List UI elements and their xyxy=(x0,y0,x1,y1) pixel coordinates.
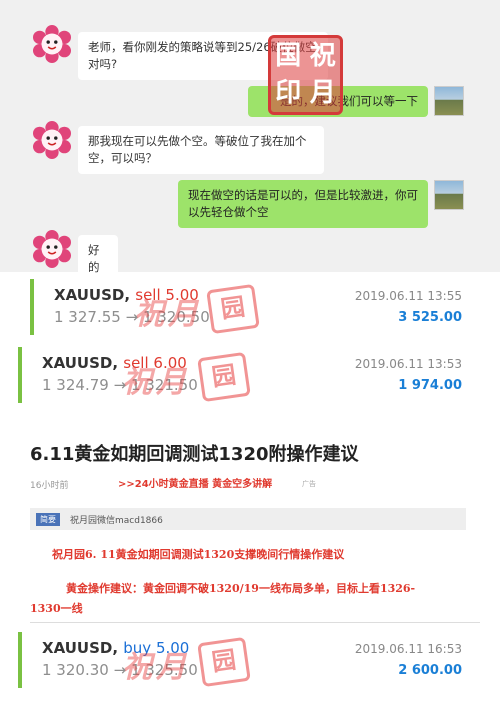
trade-datetime: 2019.06.11 13:55 xyxy=(354,289,462,303)
chat-message-incoming: 好的 xyxy=(78,235,118,283)
flower-avatar-icon[interactable] xyxy=(33,230,71,268)
article-subtitle: 祝月园6. 11黄金如期回调测试1320支撑晚间行情操作建议 xyxy=(52,548,345,561)
live-stream-link[interactable]: >>24小时黄金直播 黄金空多讲解 xyxy=(118,475,272,490)
price-open: 1 324.79 xyxy=(42,376,109,394)
summary-badge: 简要 xyxy=(36,513,60,526)
chat-message-incoming: 那我现在可以先做个空。等破位了我在加个空，可以吗？ xyxy=(78,126,324,174)
user-avatar[interactable] xyxy=(434,86,464,116)
flower-avatar-icon[interactable] xyxy=(33,25,71,63)
trade-symbol: XAUUSD, xyxy=(42,639,119,657)
trade-profit: 3 525.00 xyxy=(398,310,462,325)
chat-panel: 老师，看你刚发的策略说等到25/26破位做空对吗? 是的，建议我们可以等一下 那… xyxy=(0,0,500,283)
watermark-stamp: 园 xyxy=(197,351,251,403)
advice-text-cont: 1330一线 xyxy=(30,602,83,615)
flower-avatar-icon[interactable] xyxy=(33,121,71,159)
seal-char: 月 xyxy=(309,78,336,108)
seal-char: 祝 xyxy=(309,41,336,71)
trade-record[interactable]: XAUUSD, sell 5.00 1 327.55 → 1 320.50 20… xyxy=(30,279,480,335)
ad-tag: 广告 xyxy=(302,480,316,488)
watermark-text: 祝月 xyxy=(122,650,190,685)
seal-char: 国 xyxy=(275,41,302,71)
price-open: 1 327.55 xyxy=(54,308,121,326)
seal-stamp: 国 祝 印 月 xyxy=(268,35,343,115)
trade-datetime: 2019.06.11 16:53 xyxy=(354,642,462,656)
watermark-text: 祝月 xyxy=(134,297,202,332)
trade-symbol: XAUUSD, xyxy=(42,354,119,372)
summary-text: 祝月园微信macd1866 xyxy=(70,516,163,526)
trade-record[interactable]: XAUUSD, buy 5.00 1 320.30 → 1 325.50 201… xyxy=(18,632,480,688)
trade-record[interactable]: XAUUSD, sell 6.00 1 324.79 → 1 321.50 20… xyxy=(18,347,480,403)
trade-profit: 2 600.00 xyxy=(398,663,462,678)
price-open: 1 320.30 xyxy=(42,661,109,679)
seal-char: 印 xyxy=(275,78,302,108)
watermark-stamp: 园 xyxy=(206,283,260,335)
watermark-stamp: 园 xyxy=(197,636,251,688)
divider xyxy=(30,622,480,623)
advice-text: 黄金操作建议：黄金回调不破1320/19一线布局多单，目标上看1326- xyxy=(66,582,416,595)
article-headline[interactable]: 6.11黄金如期回调测试1320附操作建议 xyxy=(30,440,359,466)
trade-symbol: XAUUSD, xyxy=(54,286,131,304)
summary-bar: 简要 祝月园微信macd1866 xyxy=(30,508,466,530)
trade-profit: 1 974.00 xyxy=(398,378,462,393)
trade-datetime: 2019.06.11 13:53 xyxy=(354,357,462,371)
watermark-text: 祝月 xyxy=(122,365,190,400)
article-time: 16小时前 xyxy=(30,481,69,491)
user-avatar[interactable] xyxy=(434,180,464,210)
chat-message-outgoing: 现在做空的话是可以的，但是比较激进，你可以先轻仓做个空 xyxy=(178,180,428,228)
